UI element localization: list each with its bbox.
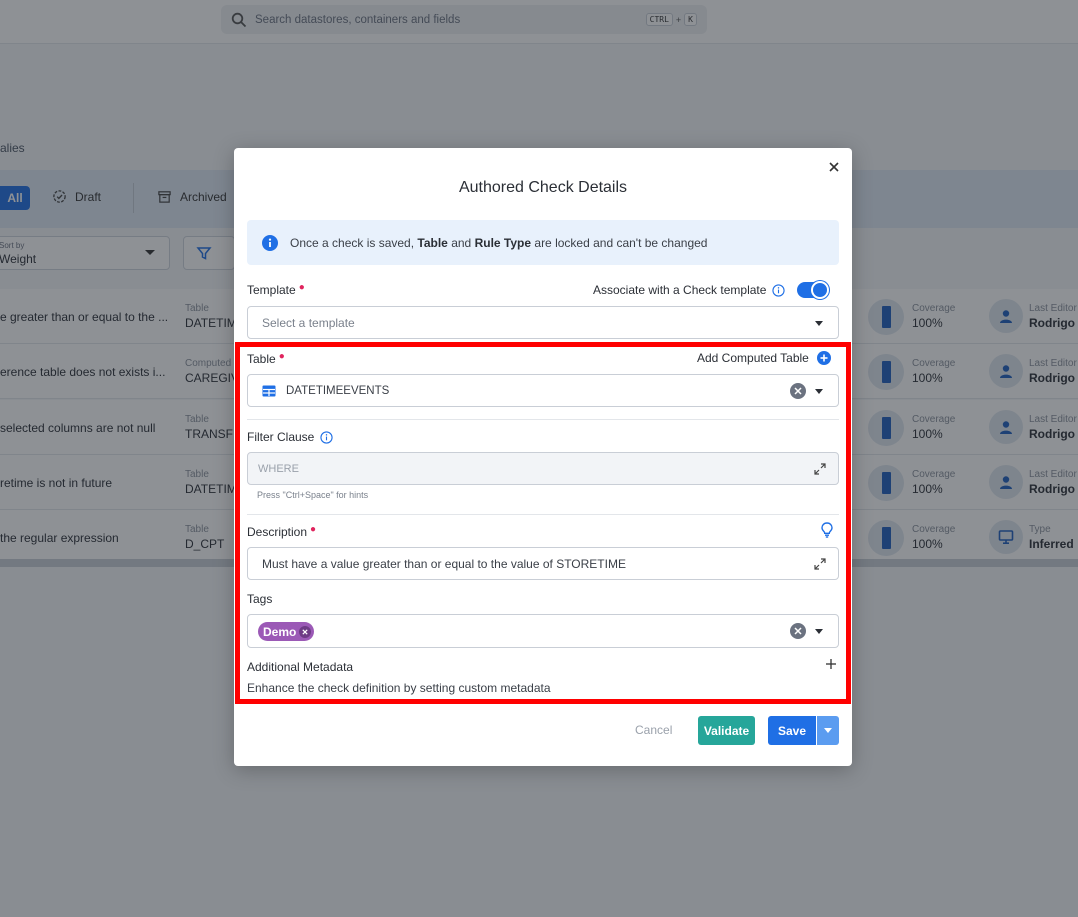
required-marker: ● [310, 524, 317, 535]
filter-clause-label: Filter Clause [247, 430, 333, 444]
divider [247, 514, 839, 515]
tags-label: Tags [247, 592, 273, 606]
authored-check-modal: Authored Check Details Once a check is s… [234, 148, 852, 766]
remove-tag-icon[interactable] [299, 625, 312, 638]
lightbulb-icon[interactable] [820, 522, 834, 538]
plus-circle-icon [816, 351, 831, 365]
chevron-down-icon [824, 728, 832, 733]
template-select[interactable]: Select a template [247, 306, 839, 339]
chevron-down-icon [815, 321, 823, 326]
add-computed-table-button[interactable]: Add Computed Table [697, 351, 831, 365]
description-label: Description ● [247, 524, 317, 539]
cancel-button[interactable]: Cancel [631, 721, 676, 739]
close-icon [829, 162, 839, 172]
required-marker: ● [278, 351, 285, 362]
save-options-button[interactable] [816, 716, 839, 745]
save-button[interactable]: Save [768, 716, 816, 745]
switch-knob [811, 281, 830, 299]
tag-chip-label: Demo [263, 624, 297, 639]
add-metadata-icon[interactable] [825, 658, 837, 670]
template-placeholder: Select a template [262, 315, 355, 330]
additional-metadata-label: Additional Metadata [247, 660, 354, 674]
expand-icon[interactable] [814, 463, 826, 475]
table-icon [262, 385, 276, 396]
description-input[interactable]: Must have a value greater than or equal … [247, 547, 839, 580]
filter-hint: Press "Ctrl+Space" for hints [257, 490, 369, 500]
additional-metadata-description: Enhance the check definition by setting … [247, 681, 551, 695]
tag-chip[interactable]: Demo [258, 622, 315, 641]
info-outline-icon[interactable] [772, 283, 786, 297]
close-button[interactable] [826, 159, 842, 175]
associate-template-label: Associate with a Check template [593, 283, 767, 297]
validate-button[interactable]: Validate [698, 716, 755, 745]
chevron-down-icon[interactable] [815, 389, 823, 394]
table-select[interactable]: DATETIMEEVENTS [247, 374, 839, 407]
required-marker: ● [298, 282, 305, 293]
template-label: Template ● [247, 282, 305, 297]
clear-icon[interactable] [790, 623, 806, 639]
table-value: DATETIMEEVENTS [286, 384, 390, 397]
table-label: Table ● [247, 351, 285, 366]
info-icon [262, 234, 278, 251]
divider [247, 419, 839, 420]
clear-icon[interactable] [790, 383, 806, 399]
info-outline-icon[interactable] [320, 430, 333, 444]
info-banner: Once a check is saved, Table and Rule Ty… [247, 220, 839, 265]
associate-template-switch[interactable] [797, 281, 830, 299]
expand-icon[interactable] [814, 558, 826, 570]
add-computed-table-label: Add Computed Table [697, 351, 809, 365]
description-value: Must have a value greater than or equal … [262, 556, 626, 571]
associate-template-toggle-row: Associate with a Check template [593, 281, 830, 299]
info-text: Once a check is saved, Table and Rule Ty… [290, 235, 708, 250]
modal-title: Authored Check Details [458, 179, 628, 196]
chevron-down-icon[interactable] [815, 629, 823, 634]
filter-clause-input[interactable]: WHERE [247, 452, 839, 485]
tags-select[interactable]: Demo [247, 614, 839, 648]
filter-clause-placeholder: WHERE [258, 462, 299, 475]
